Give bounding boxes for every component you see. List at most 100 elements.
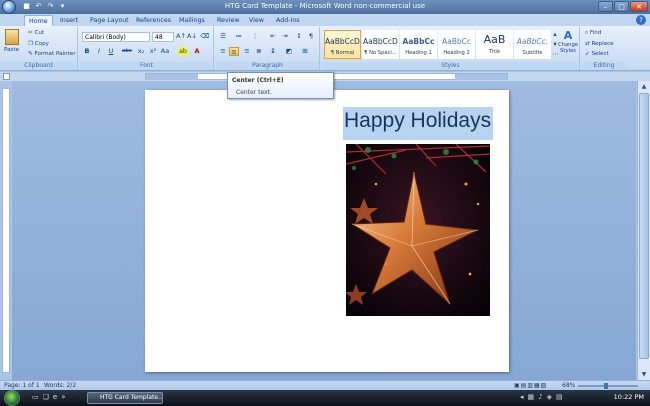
italic-button[interactable]: I <box>94 47 104 56</box>
maximize-icon[interactable]: □ <box>614 1 629 12</box>
taskbar: ▭ ❏ e » HTG Card Template... ◂ ▦ ♪ ◈ ▤ 1… <box>0 390 650 406</box>
paragraph-group-label: Paragraph <box>216 62 319 70</box>
style-normal[interactable]: AaBbCcDc ¶ Normal <box>324 30 361 59</box>
align-center-icon[interactable]: ≡ <box>229 47 239 56</box>
style-preview: AaBbCc. <box>516 37 549 46</box>
style-heading-2[interactable]: AaBbCc Heading 2 <box>438 30 475 59</box>
taskbar-word-item[interactable]: HTG Card Template... <box>87 392 163 404</box>
grow-font-icon[interactable]: A↑ <box>176 32 186 41</box>
replace-button[interactable]: ⇄ Replace <box>585 41 614 47</box>
cut-label: Cut <box>34 30 45 36</box>
tab-selector-icon[interactable] <box>3 73 10 80</box>
language-icon[interactable]: ▤ <box>556 393 563 401</box>
scroll-down-icon[interactable]: ▼ <box>639 370 649 379</box>
change-case-button[interactable]: Aa <box>160 47 170 56</box>
shrink-font-icon[interactable]: A↓ <box>187 32 197 41</box>
zoom-slider-knob[interactable] <box>604 383 608 389</box>
tab-add-ins[interactable]: Add-Ins <box>272 15 304 26</box>
scroll-up-icon[interactable]: ▲ <box>639 82 649 91</box>
sort-icon[interactable]: ↕ <box>294 32 304 41</box>
tab-page-layout[interactable]: Page Layout <box>86 15 133 26</box>
editing-group-label: Editing <box>582 62 626 70</box>
styles-group-label: Styles <box>322 62 579 70</box>
window-title: HTG Card Template - Microsoft Word non-c… <box>224 2 426 10</box>
style-preview: AaBbCcDc <box>325 37 360 46</box>
star-ornament-image[interactable] <box>346 144 490 316</box>
minimize-icon[interactable]: – <box>598 1 613 12</box>
vertical-scrollbar[interactable]: ▲ ▼ <box>637 81 650 380</box>
cut-button[interactable]: ✂ Cut <box>28 30 44 36</box>
font-name-select[interactable]: Calibri (Body) <box>82 32 150 42</box>
shading-icon[interactable]: ◩ <box>284 47 294 56</box>
paste-button[interactable]: Paste <box>4 47 19 53</box>
style-no-spacing[interactable]: AaBbCcDc ¶ No Spaci... <box>362 30 399 59</box>
show-marks-icon[interactable]: ¶ <box>306 32 316 41</box>
style-title[interactable]: AaB Title <box>476 30 513 59</box>
increase-indent-icon[interactable]: ⇥ <box>280 32 290 41</box>
underline-button[interactable]: U <box>106 47 116 56</box>
style-label: ¶ No Spaci... <box>364 50 397 56</box>
line-spacing-icon[interactable]: ↨ <box>268 47 278 56</box>
highlight-icon[interactable]: ab <box>178 47 188 56</box>
font-color-icon[interactable]: A <box>192 47 202 56</box>
view-buttons[interactable]: ▣▤▥▦▧ <box>514 382 547 389</box>
tab-mailings[interactable]: Mailings <box>175 15 209 26</box>
editing-group: ⌕ Find ⇄ Replace ➶ Select Editing <box>582 27 626 70</box>
clipboard-group-label: Clipboard <box>0 62 77 70</box>
internet-explorer-icon[interactable]: e <box>53 393 57 401</box>
document-page[interactable]: Happy Holidays <box>145 90 509 372</box>
show-desktop-icon[interactable]: ▭ <box>32 393 39 401</box>
format-painter-label: Format Painter <box>34 51 76 57</box>
bullets-icon[interactable]: ☰ <box>218 32 228 41</box>
copy-icon: ❐ <box>28 41 35 47</box>
help-icon[interactable]: ? <box>636 15 646 25</box>
close-icon[interactable]: ✕ <box>630 1 648 12</box>
find-button[interactable]: ⌕ Find <box>585 30 601 37</box>
tab-view[interactable]: View <box>245 15 268 26</box>
borders-icon[interactable]: ⊞ <box>300 47 310 56</box>
tooltip-description: Center text. <box>236 89 272 96</box>
quick-launch: ▭ ❏ e » <box>32 393 66 401</box>
volume-icon[interactable]: ♪ <box>538 393 542 401</box>
tab-insert[interactable]: Insert <box>56 15 82 26</box>
vertical-ruler[interactable] <box>2 88 10 373</box>
align-right-icon[interactable]: ≡ <box>242 47 252 56</box>
tab-references[interactable]: References <box>132 15 175 26</box>
right-margin-area <box>455 74 507 80</box>
format-painter-button[interactable]: ✎ Format Painter <box>28 51 76 57</box>
start-button[interactable] <box>4 390 20 406</box>
clock[interactable]: 10:22 PM <box>614 393 644 401</box>
paste-icon[interactable] <box>5 29 19 45</box>
word-count[interactable]: Words: 2/2 <box>44 382 76 389</box>
numbering-icon[interactable]: ≔ <box>234 32 244 41</box>
copy-button[interactable]: ❐ Copy <box>28 41 49 47</box>
quick-launch-more-icon[interactable]: » <box>61 393 65 401</box>
bold-button[interactable]: B <box>82 47 92 56</box>
tray-arrow-icon[interactable]: ◂ <box>520 393 524 401</box>
zoom-level[interactable]: 68% <box>562 382 575 389</box>
select-button[interactable]: ➶ Select <box>585 51 609 57</box>
decrease-indent-icon[interactable]: ⇤ <box>268 32 278 41</box>
subscript-button[interactable]: x₂ <box>136 47 146 56</box>
tab-home[interactable]: Home <box>24 15 53 26</box>
zoom-slider[interactable] <box>578 385 638 387</box>
multilevel-list-icon[interactable]: ⋮ <box>250 32 260 41</box>
scroll-thumb[interactable] <box>639 93 649 359</box>
style-subtitle[interactable]: AaBbCc. Subtitle <box>514 30 551 59</box>
page-count[interactable]: Page: 1 of 1 <box>4 382 40 389</box>
switch-windows-icon[interactable]: ❏ <box>43 393 49 401</box>
strikethrough-button[interactable]: abc <box>122 47 132 56</box>
clear-formatting-icon[interactable]: ⌫ <box>200 32 210 41</box>
justify-icon[interactable]: ≣ <box>254 47 264 56</box>
align-left-icon[interactable]: ≡ <box>218 47 228 56</box>
network-icon[interactable]: ▦ <box>528 393 535 401</box>
tab-review[interactable]: Review <box>213 15 243 26</box>
style-heading-1[interactable]: AaBbCc Heading 1 <box>400 30 437 59</box>
change-styles-button[interactable]: A Change Styles <box>558 29 578 54</box>
superscript-button[interactable]: x² <box>148 47 158 56</box>
change-styles-icon: A <box>563 29 573 42</box>
security-icon[interactable]: ◈ <box>547 393 552 401</box>
select-label: Select <box>591 51 609 57</box>
font-size-select[interactable]: 48 <box>152 32 174 42</box>
document-heading[interactable]: Happy Holidays <box>343 107 493 140</box>
